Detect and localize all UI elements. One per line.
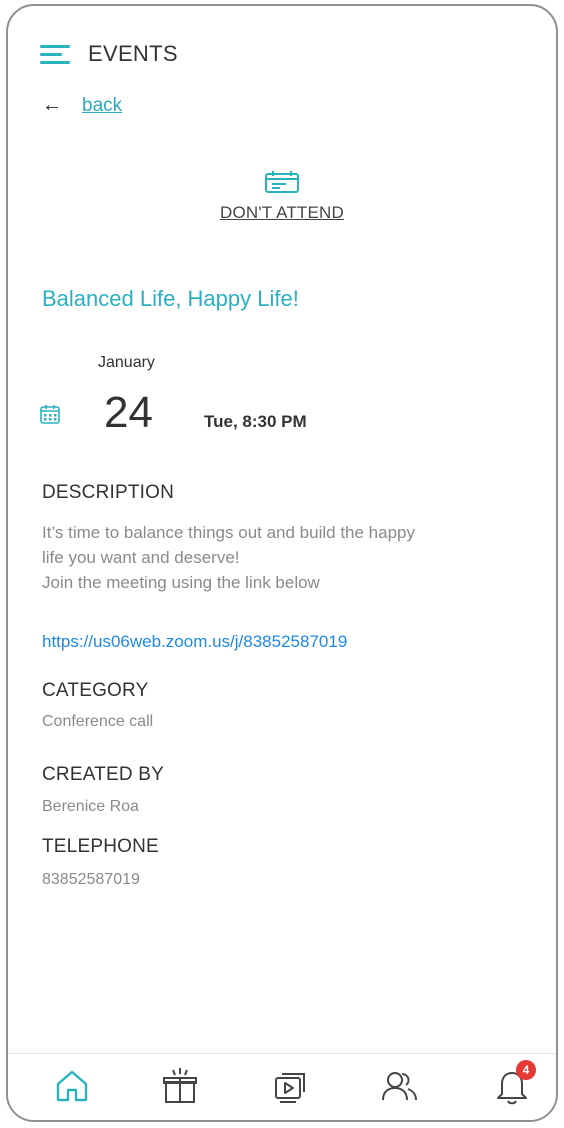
nav-gifts[interactable] bbox=[160, 1066, 200, 1106]
description-line: It’s time to balance things out and buil… bbox=[42, 523, 415, 542]
home-icon bbox=[56, 1070, 88, 1102]
event-day: 24 bbox=[104, 388, 153, 437]
phone-frame: EVENTS ← back DON'T ATTEND Balanced Life… bbox=[6, 4, 558, 1122]
description-heading: DESCRIPTION bbox=[42, 482, 175, 503]
telephone-value: 83852587019 bbox=[42, 871, 140, 888]
notification-badge: 4 bbox=[516, 1060, 536, 1080]
header: EVENTS bbox=[40, 36, 178, 72]
dont-attend-button[interactable]: DON'T ATTEND bbox=[8, 170, 556, 223]
description-text: It’s time to balance things out and buil… bbox=[42, 520, 532, 595]
back-link-label[interactable]: back bbox=[82, 95, 122, 117]
description-line: life you want and deserve! bbox=[42, 548, 240, 567]
page-title: EVENTS bbox=[88, 41, 178, 66]
created-by-heading: CREATED BY bbox=[42, 764, 165, 785]
event-month: January bbox=[98, 354, 155, 371]
media-icon bbox=[275, 1073, 305, 1103]
event-time: Tue, 8:30 PM bbox=[204, 412, 307, 431]
nav-notifications[interactable]: 4 bbox=[492, 1060, 536, 1106]
dont-attend-label[interactable]: DON'T ATTEND bbox=[8, 203, 556, 223]
category-heading: CATEGORY bbox=[42, 680, 149, 701]
ticket-icon bbox=[265, 171, 299, 193]
created-by-value: Berenice Roa bbox=[42, 798, 139, 815]
calendar-icon bbox=[40, 405, 60, 424]
gift-icon bbox=[163, 1068, 197, 1103]
nav-media[interactable] bbox=[270, 1066, 310, 1106]
nav-users[interactable] bbox=[380, 1066, 420, 1106]
telephone-heading: TELEPHONE bbox=[42, 836, 159, 857]
description-line: Join the meeting using the link below bbox=[42, 573, 320, 592]
users-icon bbox=[382, 1072, 417, 1101]
event-title: Balanced Life, Happy Life! bbox=[42, 286, 299, 311]
bottom-nav: 4 bbox=[8, 1053, 556, 1120]
nav-home[interactable] bbox=[52, 1066, 92, 1106]
arrow-left-icon: ← bbox=[42, 94, 62, 116]
category-value: Conference call bbox=[42, 713, 154, 730]
meeting-link[interactable]: https://us06web.zoom.us/j/83852587019 bbox=[42, 632, 347, 652]
back-link[interactable]: ← back bbox=[42, 94, 122, 117]
menu-icon[interactable] bbox=[40, 43, 70, 65]
